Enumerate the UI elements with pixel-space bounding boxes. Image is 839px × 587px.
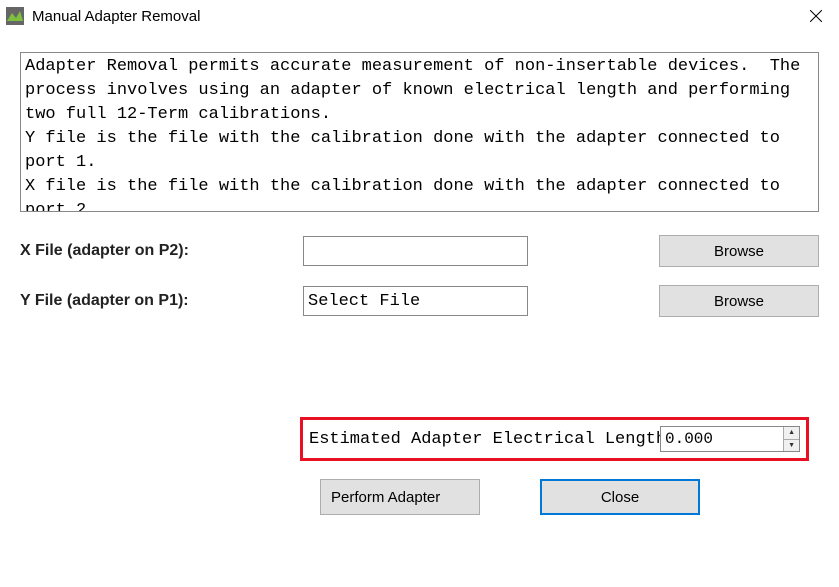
perform-adapter-button[interactable]: Perform Adapter xyxy=(320,479,480,515)
app-icon xyxy=(6,7,24,25)
spinner-buttons: ▲ ▼ xyxy=(783,427,799,451)
content-area: X File (adapter on P2): Browse Y File (a… xyxy=(0,32,839,515)
bottom-button-row: Perform Adapter Close xyxy=(320,479,819,515)
close-icon xyxy=(810,10,822,22)
xfile-browse-button[interactable]: Browse xyxy=(659,235,819,267)
yfile-browse-button[interactable]: Browse xyxy=(659,285,819,317)
estimated-length-spinner[interactable]: ▲ ▼ xyxy=(660,426,800,452)
window-close-button[interactable] xyxy=(793,0,839,32)
estimated-length-label: Estimated Adapter Electrical Length (ps xyxy=(309,430,666,449)
titlebar: Manual Adapter Removal xyxy=(0,0,839,32)
xfile-row: X File (adapter on P2): Browse xyxy=(20,235,819,267)
spinner-up-button[interactable]: ▲ xyxy=(784,427,799,440)
yfile-input[interactable] xyxy=(303,286,528,316)
estimated-length-row: Estimated Adapter Electrical Length (ps … xyxy=(300,417,809,461)
xfile-input[interactable] xyxy=(303,236,528,266)
estimated-length-input[interactable] xyxy=(661,427,783,451)
xfile-label: X File (adapter on P2): xyxy=(20,242,285,260)
close-button[interactable]: Close xyxy=(540,479,700,515)
description-textarea[interactable] xyxy=(20,52,819,212)
yfile-row: Y File (adapter on P1): Browse xyxy=(20,285,819,317)
yfile-label: Y File (adapter on P1): xyxy=(20,292,285,310)
window-title: Manual Adapter Removal xyxy=(32,8,793,25)
spinner-down-button[interactable]: ▼ xyxy=(784,440,799,452)
